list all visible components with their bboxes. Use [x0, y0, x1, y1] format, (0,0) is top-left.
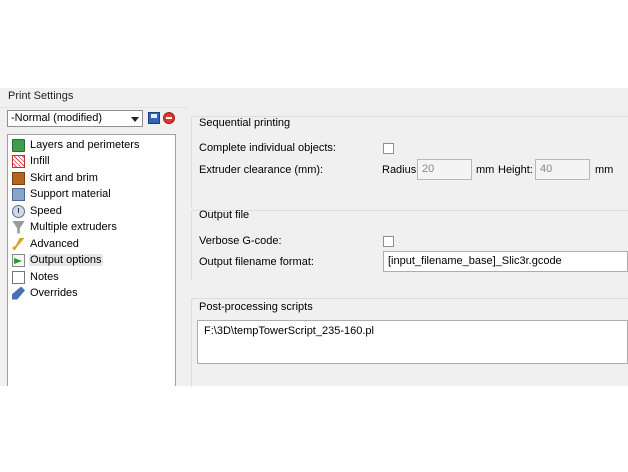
tree-item-infill[interactable]: Infill: [12, 153, 51, 169]
output-filename-format-label: Output filename format:: [199, 256, 314, 268]
save-icon[interactable]: [148, 112, 160, 124]
wand-icon: [12, 237, 25, 251]
group-title-output-file: Output file: [199, 209, 250, 221]
chevron-down-icon: [131, 117, 139, 122]
title-bar: Print Settings: [0, 88, 628, 108]
support-icon: [12, 187, 25, 201]
tree-item-label: Multiple extruders: [30, 221, 117, 233]
tree-item-label: Notes: [30, 271, 59, 283]
post-processing-scripts-textarea[interactable]: F:\3D\tempTowerScript_235-160.pl: [197, 320, 628, 364]
delete-icon[interactable]: [163, 112, 175, 124]
tree-item-speed[interactable]: Speed: [12, 203, 63, 219]
infill-icon: [12, 154, 25, 168]
complete-objects-checkbox[interactable]: [383, 143, 394, 154]
output-icon: [12, 253, 25, 267]
group-title-post-processing: Post-processing scripts: [199, 301, 313, 313]
extruder-clearance-label: Extruder clearance (mm):: [199, 164, 324, 176]
skirt-icon: [12, 171, 25, 185]
verbose-gcode-label: Verbose G-code:: [199, 235, 282, 247]
tree-item-skirt-and-brim[interactable]: Skirt and brim: [12, 170, 99, 186]
tree-item-support-material[interactable]: Support material: [12, 186, 112, 202]
layers-icon: [12, 138, 25, 152]
print-settings-window: Print Settings -Normal (modified) Layers…: [0, 88, 628, 387]
height-input[interactable]: 40: [535, 159, 590, 180]
output-filename-format-input[interactable]: [input_filename_base]_Slic3r.gcode: [383, 251, 628, 272]
tree-item-label: Support material: [30, 188, 111, 200]
tree-item-layers-and-perimeters[interactable]: Layers and perimeters: [12, 137, 140, 153]
tree-item-multiple-extruders[interactable]: Multiple extruders: [12, 219, 118, 235]
tree-item-overrides[interactable]: Overrides: [12, 285, 79, 301]
preset-dropdown[interactable]: -Normal (modified): [7, 110, 143, 127]
funnel-icon: [12, 220, 25, 234]
tree-item-output-options[interactable]: Output options: [12, 252, 103, 268]
preset-value: -Normal (modified): [11, 112, 103, 124]
tree-item-label: Advanced: [30, 238, 79, 250]
height-unit: mm: [595, 164, 614, 176]
tree-item-label: Infill: [30, 155, 50, 167]
tree-item-label: Skirt and brim: [30, 172, 98, 184]
group-title-sequential: Sequential printing: [199, 117, 291, 129]
complete-objects-label: Complete individual objects:: [199, 142, 336, 154]
notes-icon: [12, 270, 25, 284]
tree-item-label: Speed: [30, 205, 62, 217]
tree-item-label: Layers and perimeters: [30, 139, 140, 151]
radius-input[interactable]: 20: [417, 159, 472, 180]
window-title: Print Settings: [8, 90, 74, 102]
output-options-panel: Sequential printing Complete individual …: [187, 107, 628, 387]
tree-item-label: Overrides: [30, 287, 78, 299]
height-label: Height:: [498, 164, 533, 176]
verbose-gcode-checkbox[interactable]: [383, 236, 394, 247]
radius-label: Radius:: [382, 164, 420, 176]
wrench-icon: [12, 286, 25, 300]
tree-item-label: Output options: [29, 254, 103, 266]
tree-item-advanced[interactable]: Advanced: [12, 236, 80, 252]
speed-icon: [12, 204, 25, 218]
radius-unit: mm: [476, 164, 495, 176]
tree-item-notes[interactable]: Notes: [12, 269, 60, 285]
settings-tree: Layers and perimeters Infill Skirt and b…: [7, 134, 176, 386]
